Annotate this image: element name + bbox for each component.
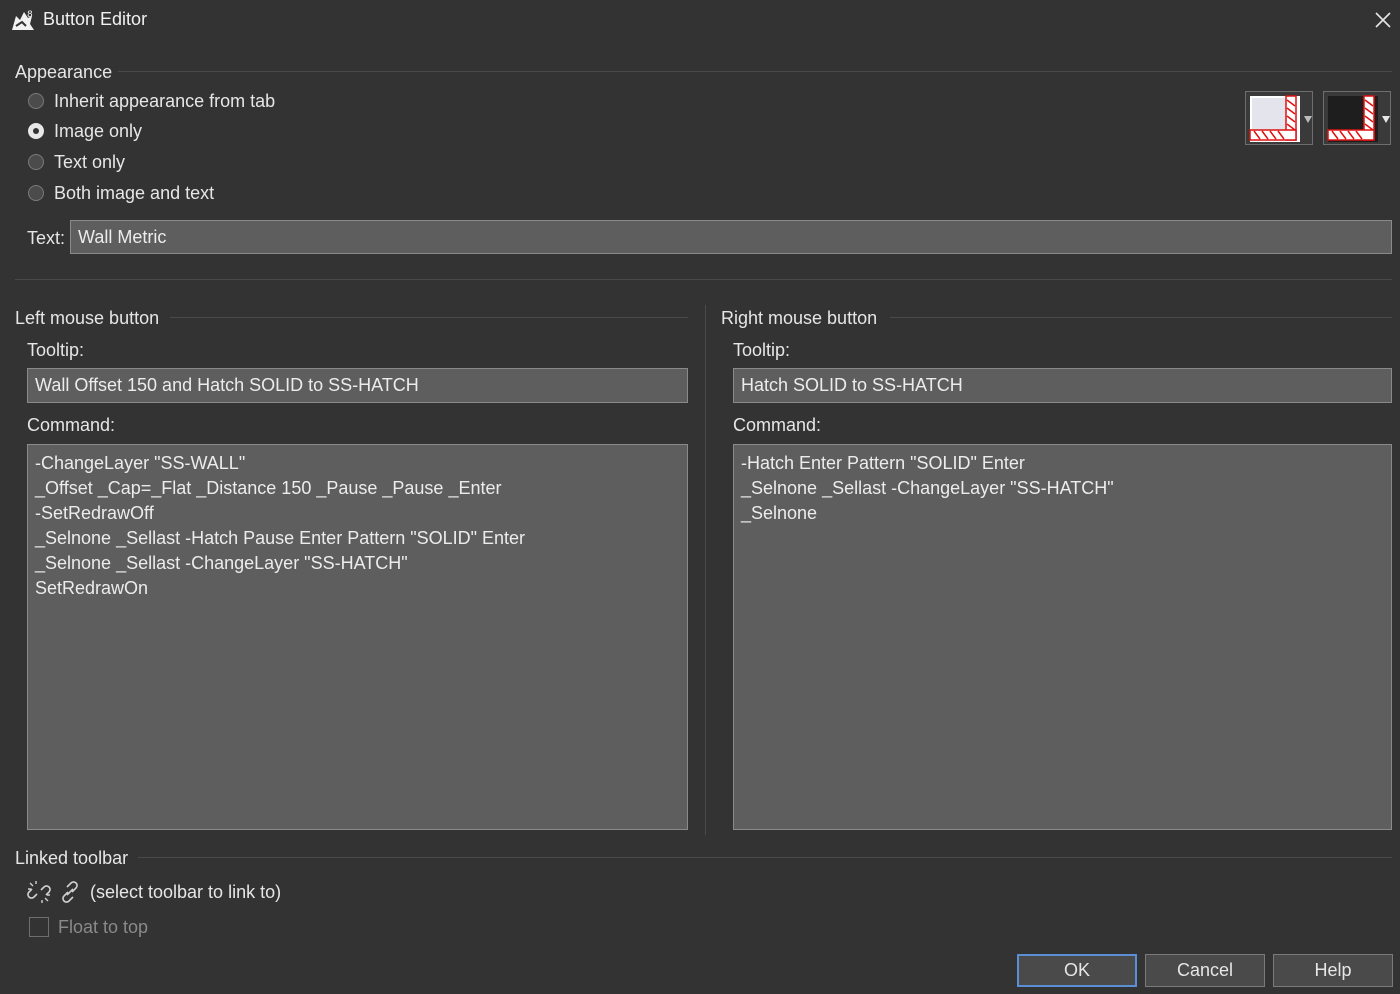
linked-toolbar-group-label: Linked toolbar (15, 848, 129, 868)
radio-inherit-appearance[interactable]: Inherit appearance from tab (28, 89, 275, 113)
close-icon[interactable] (1372, 9, 1394, 31)
radio-label: Image only (54, 120, 143, 141)
radio-button[interactable] (28, 154, 44, 170)
svg-text:8: 8 (27, 10, 33, 20)
radio-label: Text only (54, 151, 126, 172)
left-tooltip-input[interactable]: Wall Offset 150 and Hatch SOLID to SS-HA… (27, 368, 688, 403)
window-title: Button Editor (43, 9, 148, 29)
radio-both-image-text[interactable]: Both image and text (28, 181, 214, 205)
right-mouse-divider (890, 317, 1392, 318)
dark-image-icon (1327, 95, 1390, 142)
radio-text-only[interactable]: Text only (28, 150, 125, 174)
linked-toolbar-text[interactable]: (select toolbar to link to) (90, 882, 281, 903)
appearance-divider (118, 71, 1392, 72)
column-divider (705, 305, 706, 835)
right-tooltip-input[interactable]: Hatch SOLID to SS-HATCH (733, 368, 1392, 403)
linked-toolbar-divider (138, 857, 1392, 858)
left-command-label: Command: (27, 415, 116, 435)
title-bar: 8 Button Editor (0, 0, 1400, 42)
ok-button[interactable]: OK (1017, 954, 1137, 987)
button-text-input[interactable]: Wall Metric (70, 220, 1392, 254)
rhino-app-icon: 8 (12, 10, 34, 30)
radio-button[interactable] (28, 93, 44, 109)
right-command-textarea[interactable]: -Hatch Enter Pattern "SOLID" Enter _Seln… (733, 444, 1392, 830)
appearance-group-label: Appearance (15, 62, 113, 82)
left-mouse-divider (170, 317, 688, 318)
help-button[interactable]: Help (1273, 954, 1393, 987)
light-image-button[interactable] (1245, 91, 1313, 145)
light-image-icon (1249, 95, 1312, 142)
radio-label: Inherit appearance from tab (54, 90, 276, 111)
dark-image-button[interactable] (1323, 91, 1391, 145)
right-tooltip-label: Tooltip: (733, 340, 791, 360)
radio-button[interactable] (28, 185, 44, 201)
right-command-label: Command: (733, 415, 822, 435)
left-command-textarea[interactable]: -ChangeLayer "SS-WALL" _Offset _Cap=_Fla… (27, 444, 688, 830)
radio-button-selected[interactable] (28, 123, 44, 139)
unlink-icon[interactable] (26, 879, 52, 905)
link-icon[interactable] (57, 879, 83, 905)
float-to-top-checkbox[interactable] (29, 917, 49, 937)
radio-image-only[interactable]: Image only (28, 119, 142, 143)
cancel-button[interactable]: Cancel (1145, 954, 1265, 987)
section-divider (15, 279, 1392, 280)
left-mouse-group-label: Left mouse button (15, 308, 160, 328)
left-tooltip-label: Tooltip: (27, 340, 85, 360)
right-mouse-group-label: Right mouse button (721, 308, 878, 328)
text-field-label: Text: (27, 228, 66, 248)
radio-label: Both image and text (54, 182, 215, 203)
float-to-top-label: Float to top (58, 917, 149, 937)
